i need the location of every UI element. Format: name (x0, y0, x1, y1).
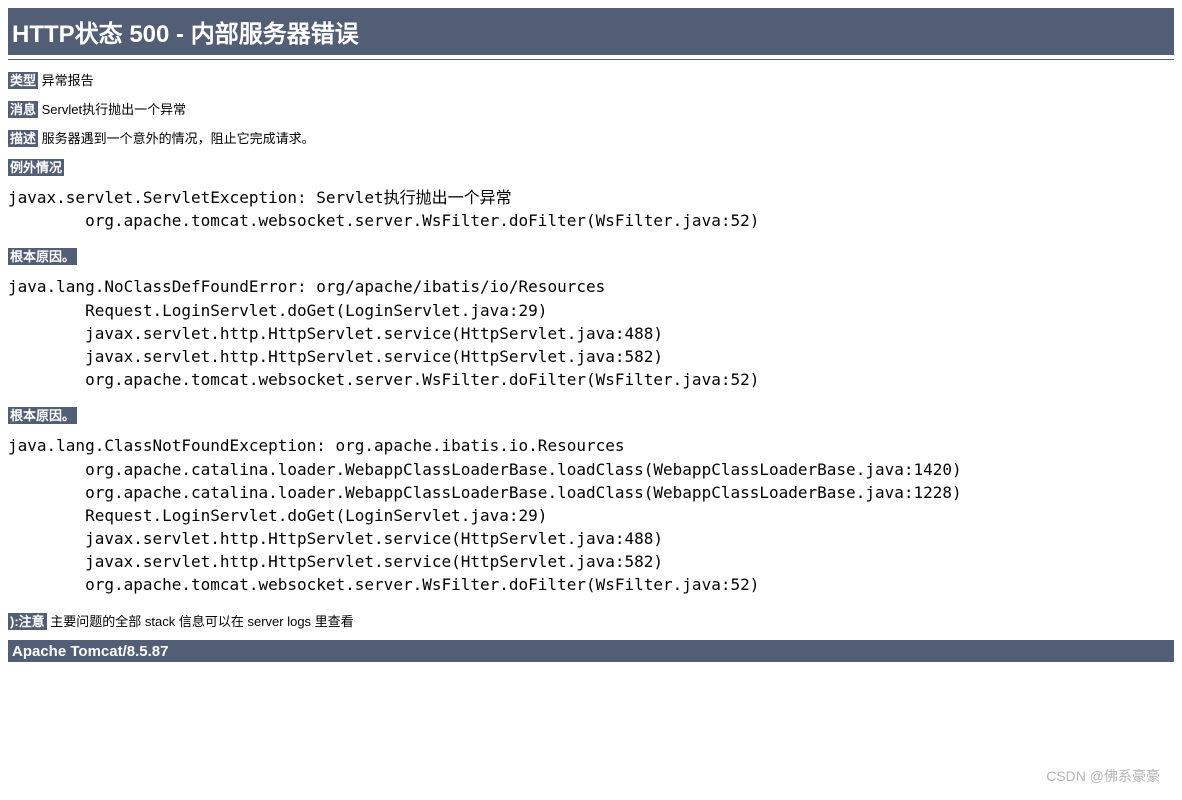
note-row: ):注意 主要问题的全部 stack 信息可以在 server logs 里查看 (8, 611, 1174, 630)
page-title: HTTP状态 500 - 内部服务器错误 (8, 8, 1174, 55)
root-cause-1-header: 根本原因。 (8, 246, 1174, 265)
note-label: ):注意 (8, 613, 47, 630)
note-value: 主要问题的全部 stack 信息可以在 server logs 里查看 (50, 614, 353, 629)
exception-label: 例外情况 (8, 159, 64, 176)
type-value: 异常报告 (42, 73, 94, 88)
type-row: 类型 异常报告 (8, 70, 1174, 89)
root-cause-1-label: 根本原因。 (8, 248, 77, 265)
watermark: CSDN @佛系豪豪 (1046, 766, 1160, 786)
description-label: 描述 (8, 130, 38, 147)
server-footer: Apache Tomcat/8.5.87 (8, 641, 1174, 662)
message-value: Servlet执行抛出一个异常 (42, 102, 186, 117)
type-label: 类型 (8, 72, 38, 89)
exception-header: 例外情况 (8, 157, 1174, 176)
description-value: 服务器遇到一个意外的情况，阻止它完成请求。 (42, 131, 315, 146)
description-row: 描述 服务器遇到一个意外的情况，阻止它完成请求。 (8, 128, 1174, 147)
exception-trace: javax.servlet.ServletException: Servlet执… (8, 186, 1174, 232)
message-label: 消息 (8, 101, 38, 118)
root-cause-1-trace: java.lang.NoClassDefFoundError: org/apac… (8, 275, 1174, 391)
root-cause-2-header: 根本原因。 (8, 405, 1174, 424)
message-row: 消息 Servlet执行抛出一个异常 (8, 99, 1174, 118)
divider (8, 59, 1174, 60)
root-cause-2-label: 根本原因。 (8, 407, 77, 424)
root-cause-2-trace: java.lang.ClassNotFoundException: org.ap… (8, 434, 1174, 596)
